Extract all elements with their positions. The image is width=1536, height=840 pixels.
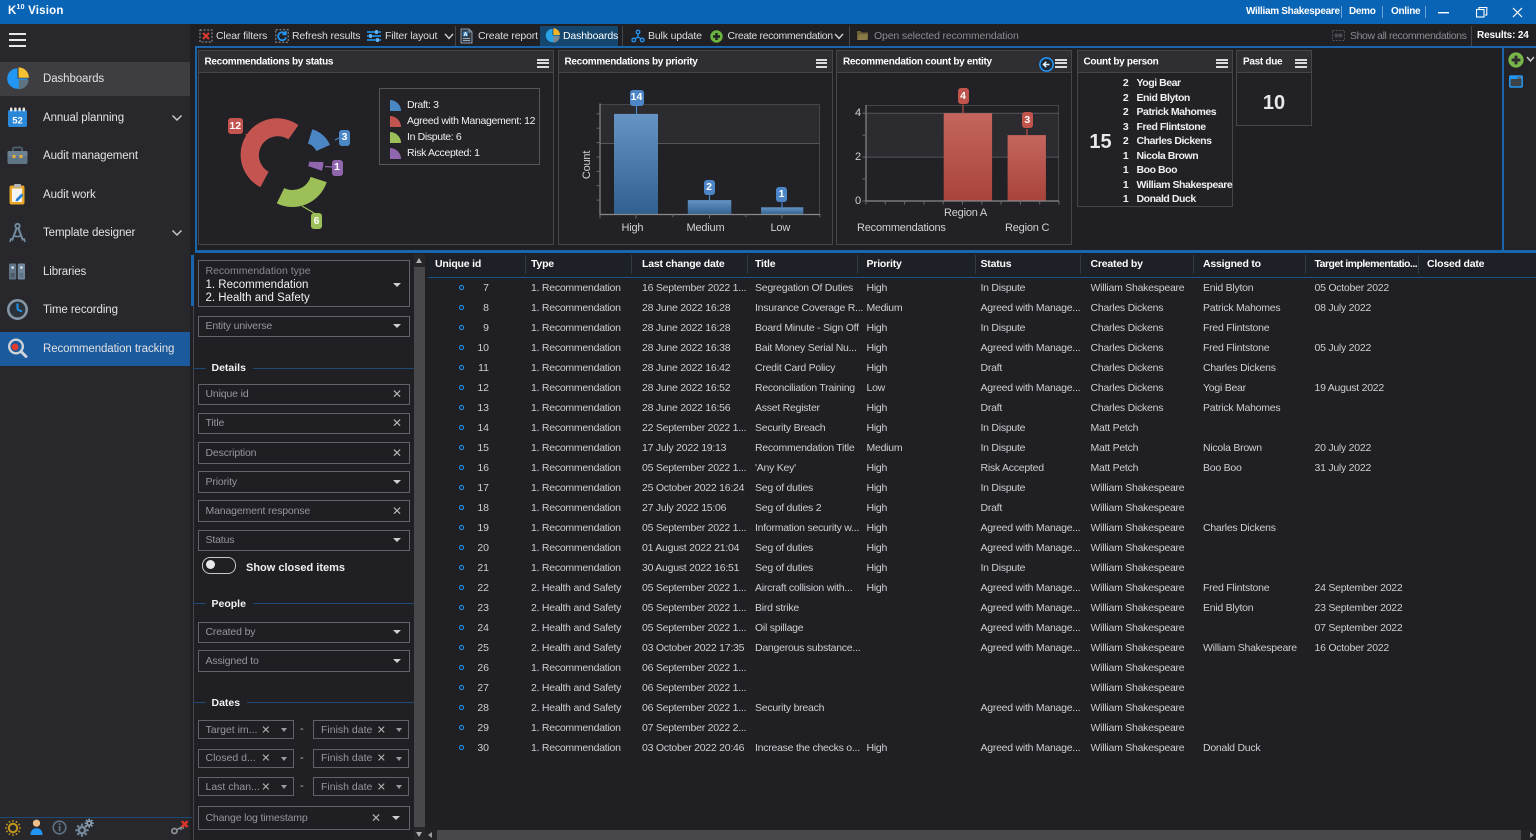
svg-text:A: A <box>464 32 468 38</box>
svg-text:52: 52 <box>12 115 23 126</box>
